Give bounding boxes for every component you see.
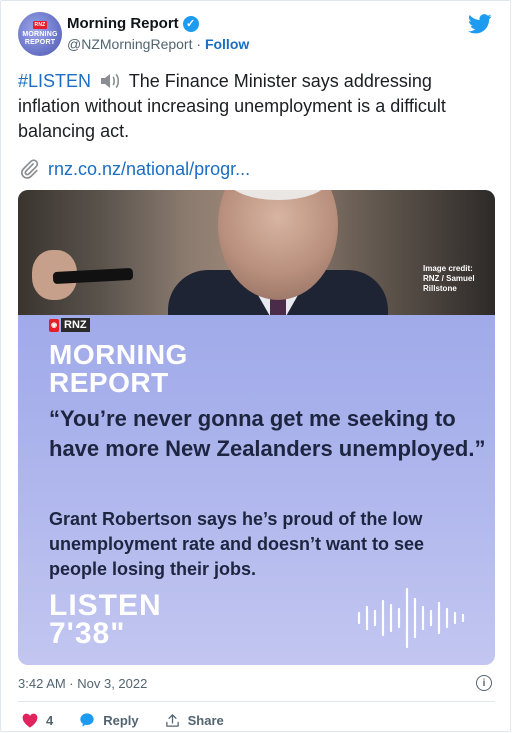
account-name[interactable]: Morning Report: [67, 15, 179, 32]
handle-line: @NZMorningReport · Follow: [67, 36, 249, 52]
divider: [18, 701, 495, 702]
speaker-icon: [101, 73, 120, 89]
story-summary: Grant Robertson says he’s proud of the l…: [49, 509, 425, 579]
duration: 7'38": [49, 617, 126, 650]
show-title-line2: REPORT: [49, 367, 169, 398]
waveform-icon: [357, 587, 465, 649]
verified-badge-icon: ✓: [182, 15, 199, 32]
avatar-line1: MORNING: [22, 31, 58, 38]
follow-button[interactable]: Follow: [205, 36, 249, 52]
like-button[interactable]: 4: [22, 713, 53, 728]
avatar-line2: REPORT: [24, 39, 56, 46]
twitter-bird-icon[interactable]: [468, 13, 492, 35]
info-icon[interactable]: i: [476, 675, 492, 691]
attached-link[interactable]: rnz.co.nz/national/progr...: [18, 158, 250, 180]
action-bar: 4 Reply Share: [22, 712, 250, 728]
rnz-brand: RNZ: [61, 318, 90, 332]
show-title-line1: MORNING: [49, 339, 188, 370]
reply-bubble-icon: [80, 713, 94, 727]
share-button[interactable]: Share: [165, 713, 224, 728]
link-url[interactable]: rnz.co.nz/national/progr...: [48, 159, 250, 180]
account-handle[interactable]: @NZMorningReport: [67, 36, 192, 52]
rnz-mark-icon: ◉: [49, 318, 59, 332]
handle-separator: ·: [192, 36, 205, 52]
share-icon: [165, 713, 179, 727]
like-count: 4: [46, 712, 54, 728]
heart-icon: [22, 713, 38, 728]
listen-duration: LISTEN 7'38": [49, 589, 162, 650]
listen-label: LISTEN: [49, 589, 162, 622]
paperclip-icon: [21, 159, 39, 179]
share-label: Share: [187, 712, 224, 728]
account-name-row[interactable]: Morning Report ✓: [67, 15, 199, 32]
show-title: MORNING REPORT: [49, 341, 188, 397]
photo-banner: Image credit: RNZ / Samuel Rillstone: [18, 190, 495, 315]
account-avatar[interactable]: RNZ MORNING REPORT: [18, 12, 62, 56]
pull-quote: “You’re never gonna get me seeking to ha…: [49, 406, 486, 461]
tweet-timestamp[interactable]: 3:42 AM · Nov 3, 2022: [18, 676, 147, 691]
media-image[interactable]: Image credit: RNZ / Samuel Rillstone ◉ R…: [18, 190, 495, 665]
image-credit: Image credit: RNZ / Samuel Rillstone: [423, 264, 475, 293]
tweet-text: #LISTEN The Finance Minister says addres…: [18, 69, 498, 144]
rnz-logo: ◉ RNZ: [49, 318, 90, 332]
reply-button[interactable]: Reply: [79, 712, 139, 728]
hashtag-link[interactable]: #LISTEN: [18, 71, 91, 91]
reply-label: Reply: [103, 712, 139, 728]
avatar-brand: RNZ: [32, 21, 48, 29]
tweet-embed-card: RNZ MORNING REPORT Morning Report ✓ @NZM…: [0, 0, 511, 732]
